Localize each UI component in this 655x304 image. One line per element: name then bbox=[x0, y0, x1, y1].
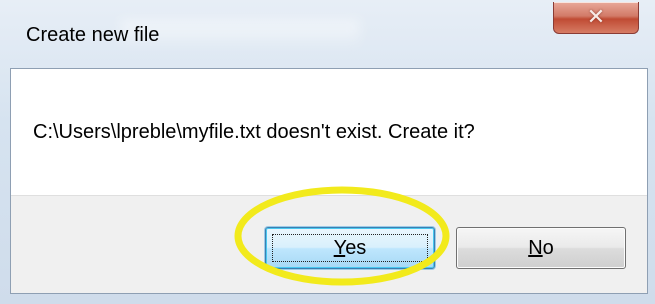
yes-button[interactable]: Yes bbox=[265, 227, 435, 269]
message-area: C:\Users\lpreble\myfile.txt doesn't exis… bbox=[11, 69, 647, 196]
title-bar[interactable]: Create new file ✕ bbox=[0, 0, 655, 70]
window-title: Create new file bbox=[26, 24, 160, 46]
no-button[interactable]: No bbox=[456, 227, 626, 269]
close-icon: ✕ bbox=[586, 4, 606, 30]
focus-rectangle bbox=[272, 234, 428, 262]
dialog-client-area: C:\Users\lpreble\myfile.txt doesn't exis… bbox=[10, 68, 648, 294]
dialog-message: C:\Users\lpreble\myfile.txt doesn't exis… bbox=[33, 121, 475, 143]
no-button-label: No bbox=[528, 236, 554, 259]
close-button[interactable]: ✕ bbox=[553, 2, 639, 34]
dialog-window: Create new file ✕ C:\Users\lpreble\myfil… bbox=[0, 0, 655, 304]
